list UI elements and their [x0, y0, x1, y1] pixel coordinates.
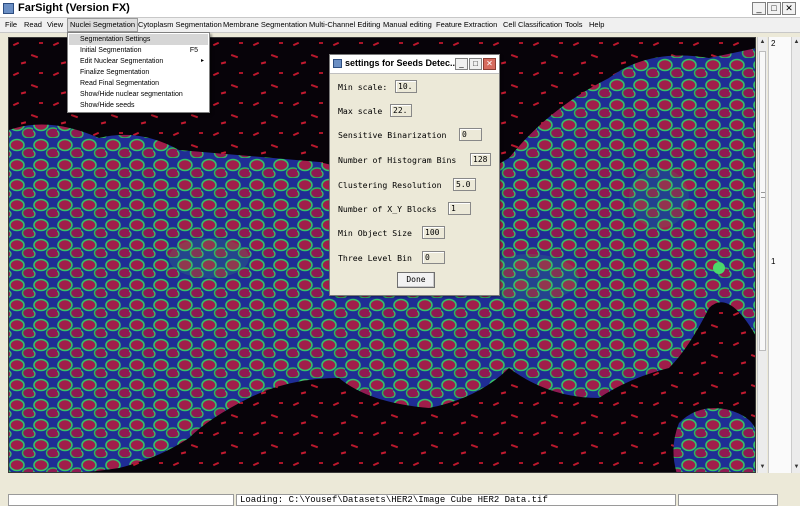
- dialog-maximize-button[interactable]: □: [469, 58, 482, 70]
- menu-help[interactable]: Help: [587, 19, 606, 31]
- image-vertical-scrollbar[interactable]: ▲ ▼: [757, 37, 767, 473]
- menu-item-finalize-segmentation[interactable]: Finalize Segmentation: [69, 67, 208, 78]
- nuclei-segmentation-menu: Segmentation Settings Initial Segmentati…: [67, 32, 210, 113]
- menu-multi-channel-editing[interactable]: Multi-Channel Editing: [307, 19, 382, 31]
- histogram-bins-label: Number of Histogram Bins: [338, 155, 457, 165]
- xy-blocks-label: Number of X_Y Blocks: [338, 204, 437, 214]
- grip-icon: [761, 192, 765, 198]
- minimize-button[interactable]: _: [752, 2, 766, 15]
- menu-item-read-final-segmentation[interactable]: Read Final Segmentation: [69, 78, 208, 89]
- slice-scrollbar[interactable]: ▲ ▼: [791, 37, 800, 473]
- slice-panel: 2 1 ▲ ▼: [768, 37, 800, 473]
- menu-cytoplasm-segmentation[interactable]: Cytoplasm Segmentation: [136, 19, 224, 31]
- menu-item-label: Initial Segmentation: [80, 47, 142, 54]
- scroll-thumb[interactable]: [759, 51, 766, 351]
- clustering-resolution-label: Clustering Resolution: [338, 180, 442, 190]
- title-bar: FarSight (Version FX) _ □ ✕: [0, 0, 800, 18]
- dialog-minimize-button[interactable]: _: [455, 58, 468, 70]
- log-output: Loading: C:\Yousef\Datasets\HER2\Image C…: [236, 494, 676, 506]
- sensitive-binarization-input[interactable]: 0: [459, 128, 482, 141]
- max-scale-input[interactable]: 22.: [390, 104, 412, 117]
- max-scale-label: Max scale: [338, 106, 383, 116]
- menu-read[interactable]: Read: [22, 19, 44, 31]
- min-scale-label: Min scale:: [338, 82, 388, 92]
- three-level-bin-label: Three Level Bin: [338, 253, 412, 263]
- dialog-app-icon: [333, 59, 342, 68]
- window-title: FarSight (Version FX): [18, 2, 130, 14]
- dialog-title: settings for Seeds Detec...: [345, 58, 458, 68]
- maximize-button[interactable]: □: [767, 2, 781, 15]
- menu-manual-editing[interactable]: Manual editing: [381, 19, 434, 31]
- close-button[interactable]: ✕: [782, 2, 796, 15]
- xy-blocks-input[interactable]: 1: [448, 202, 471, 215]
- bottom-right-panel: [678, 494, 778, 506]
- clustering-resolution-input[interactable]: 5.0: [453, 178, 476, 191]
- menu-item-edit-nuclear-segmentation[interactable]: Edit Nuclear Segmentation ▸: [69, 56, 208, 67]
- menu-item-label: Show/Hide nuclear segmentation: [80, 91, 183, 98]
- bottom-left-panel: [8, 494, 234, 506]
- menu-nuclei-segmentation[interactable]: Nuclei Segmetation: [67, 18, 139, 32]
- menu-item-label: Finalize Segmentation: [80, 69, 150, 76]
- min-object-size-input[interactable]: 100: [422, 226, 445, 239]
- min-object-size-label: Min Object Size: [338, 228, 412, 238]
- dialog-close-button[interactable]: ✕: [483, 58, 496, 70]
- menu-cell-classification[interactable]: Cell Classification: [501, 19, 564, 31]
- menu-item-segmentation-settings[interactable]: Segmentation Settings: [69, 34, 208, 45]
- menu-item-label: Show/Hide seeds: [80, 102, 135, 109]
- submenu-arrow-icon: ▸: [200, 58, 204, 64]
- menu-item-label: Read Final Segmentation: [80, 80, 159, 87]
- dialog-title-bar[interactable]: settings for Seeds Detec... _ □ ✕: [330, 55, 499, 74]
- menu-membrane-segmentation[interactable]: Membrane Segmentation: [221, 19, 309, 31]
- histogram-bins-input[interactable]: 128: [470, 153, 491, 166]
- menu-view[interactable]: View: [45, 19, 65, 31]
- slice-max-label: 2: [771, 39, 776, 48]
- done-button[interactable]: Done: [397, 272, 435, 288]
- bottom-area: Loading: C:\Yousef\Datasets\HER2\Image C…: [0, 476, 800, 506]
- slice-current-label: 1: [771, 257, 776, 266]
- shortcut-label: F5: [189, 47, 198, 54]
- sensitive-binarization-label: Sensitive Binarization: [338, 130, 447, 140]
- menu-item-label: Segmentation Settings: [80, 36, 151, 43]
- slice-up-icon[interactable]: ▲: [792, 38, 800, 47]
- scroll-down-icon[interactable]: ▼: [758, 463, 767, 472]
- app-icon: [3, 3, 14, 14]
- menu-tools[interactable]: Tools: [563, 19, 585, 31]
- menu-file[interactable]: File: [3, 19, 19, 31]
- menu-item-show-hide-nuclear-segmentation[interactable]: Show/Hide nuclear segmentation: [69, 89, 208, 100]
- menu-item-show-hide-seeds[interactable]: Show/Hide seeds: [69, 100, 208, 111]
- min-scale-input[interactable]: 10.: [395, 80, 417, 93]
- menu-item-initial-segmentation[interactable]: Initial Segmentation F5: [69, 45, 208, 56]
- menu-feature-extraction[interactable]: Feature Extraction: [434, 19, 499, 31]
- slice-down-icon[interactable]: ▼: [792, 463, 800, 472]
- seeds-detection-settings-dialog: settings for Seeds Detec... _ □ ✕ Min sc…: [329, 54, 500, 296]
- scroll-up-icon[interactable]: ▲: [758, 38, 767, 47]
- menu-item-label: Edit Nuclear Segmentation: [80, 58, 164, 65]
- three-level-bin-input[interactable]: 0: [422, 251, 445, 264]
- menu-bar: File Read View Nuclei Segmetation Cytopl…: [0, 18, 800, 33]
